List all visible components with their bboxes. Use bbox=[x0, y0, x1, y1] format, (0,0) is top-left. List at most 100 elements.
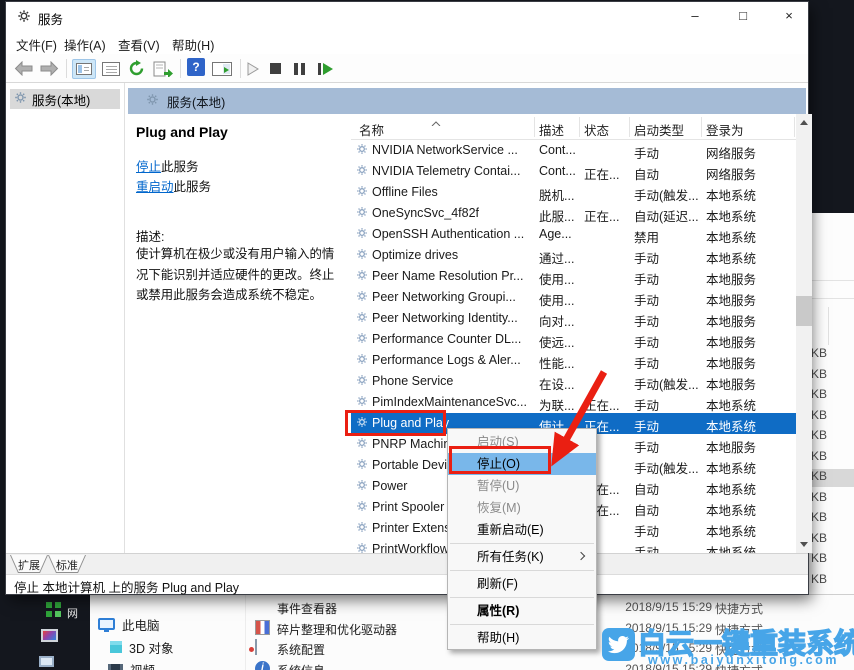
divider bbox=[828, 307, 829, 345]
menu-item-r[interactable]: 属性(R) bbox=[448, 600, 596, 622]
service-row[interactable]: OneSyncSvc_4f82f此服...正在...自动(延迟...本地系统 bbox=[351, 203, 796, 224]
service-cell: 网络服务 bbox=[706, 164, 794, 183]
service-cell: 本地服务 bbox=[706, 437, 794, 456]
menubar-item[interactable]: 帮助(H) bbox=[172, 35, 214, 54]
restart-service-icon[interactable] bbox=[318, 58, 333, 79]
tab-extended[interactable]: 扩展 bbox=[10, 555, 48, 573]
toolbar-separator bbox=[66, 59, 67, 78]
column-header-type[interactable]: 启动类型 bbox=[634, 120, 684, 139]
service-gear-icon bbox=[356, 227, 368, 242]
tree-item-services-local[interactable]: 服务(本地) bbox=[10, 89, 120, 109]
service-row[interactable]: Offline Files脱机...手动(触发...本地系统 bbox=[351, 182, 796, 203]
menu-item-f[interactable]: 刷新(F) bbox=[448, 573, 596, 595]
nav-item-computer[interactable]: 此电脑 bbox=[98, 615, 160, 633]
minimize-button[interactable]: – bbox=[678, 4, 712, 28]
column-divider[interactable] bbox=[701, 117, 702, 137]
service-row[interactable]: Peer Name Resolution Pr...使用...手动本地服务 bbox=[351, 266, 796, 287]
service-row[interactable]: Optimize drives通过...手动本地系统 bbox=[351, 245, 796, 266]
desktop-icon-label: 网 bbox=[67, 605, 78, 621]
column-divider[interactable] bbox=[794, 117, 795, 137]
stop-service-icon[interactable] bbox=[270, 58, 281, 79]
service-cell: Peer Networking Groupi... bbox=[372, 290, 530, 304]
scroll-down-icon[interactable] bbox=[800, 542, 808, 547]
stop-service-link[interactable]: 停止此服务 bbox=[136, 156, 199, 175]
service-gear-icon bbox=[356, 185, 368, 200]
event-viewer-icon bbox=[255, 599, 270, 614]
menubar-item[interactable]: 查看(V) bbox=[118, 35, 160, 54]
help-icon[interactable]: ? bbox=[187, 58, 205, 76]
maximize-button[interactable]: □ bbox=[726, 4, 760, 28]
sysinfo-icon: i bbox=[255, 661, 270, 670]
services-window: 服务 – □ × 文件(F) 操作(A) 查看(V) 帮助(H) bbox=[6, 2, 808, 594]
sort-ascending-icon bbox=[431, 115, 441, 129]
service-row[interactable]: Peer Networking Identity...向对...手动本地服务 bbox=[351, 308, 796, 329]
service-cell: 手动 bbox=[634, 332, 702, 351]
show-action-pane-icon[interactable] bbox=[212, 58, 232, 79]
toolbar: ? bbox=[6, 54, 808, 83]
service-cell: 手动 bbox=[634, 353, 702, 372]
vertical-scrollbar[interactable] bbox=[796, 114, 812, 553]
file-name: 碎片整理和优化驱动器 bbox=[277, 621, 397, 638]
submenu-arrow-icon bbox=[577, 552, 585, 560]
forward-icon[interactable] bbox=[40, 58, 59, 79]
pause-service-icon[interactable] bbox=[294, 58, 305, 79]
background-file-size-fragment: KB bbox=[806, 469, 854, 487]
service-cell: 自动 bbox=[634, 164, 702, 183]
service-row[interactable]: OpenSSH Authentication ...Age...禁用本地系统 bbox=[351, 224, 796, 245]
background-file-size-fragment: KB bbox=[806, 490, 854, 508]
menu-item-e[interactable]: 重新启动(E) bbox=[448, 519, 596, 541]
menubar-item[interactable]: 文件(F) bbox=[16, 35, 57, 54]
nav-item-label: 3D 对象 bbox=[129, 638, 173, 657]
background-file-size-fragment: KB bbox=[806, 449, 854, 467]
service-gear-icon bbox=[356, 437, 368, 452]
view-tabs-row: 扩展 标准 bbox=[6, 553, 808, 574]
service-cell: 本地系统 bbox=[706, 500, 794, 519]
service-cell: 手动 bbox=[634, 395, 702, 414]
service-cell: 本地系统 bbox=[706, 185, 794, 204]
nav-item-cube[interactable]: 3D 对象 bbox=[110, 638, 173, 656]
description-label: 描述: bbox=[136, 226, 164, 245]
scrollbar-thumb[interactable] bbox=[796, 296, 812, 326]
service-row[interactable]: NVIDIA Telemetry Contai...Cont...正在...自动… bbox=[351, 161, 796, 182]
properties-icon[interactable] bbox=[102, 58, 120, 79]
show-console-tree-icon[interactable] bbox=[72, 58, 96, 79]
start-service-icon[interactable] bbox=[247, 58, 259, 79]
column-header-name[interactable]: 名称 bbox=[359, 120, 384, 139]
console-tree-pane: 服务(本地) bbox=[6, 83, 125, 553]
menu-item-k[interactable]: 所有任务(K) bbox=[448, 546, 596, 568]
nav-item-video[interactable]: 视频 bbox=[108, 660, 155, 670]
menubar-item[interactable]: 操作(A) bbox=[64, 35, 106, 54]
column-divider[interactable] bbox=[534, 117, 535, 137]
export-list-icon[interactable] bbox=[153, 58, 173, 79]
list-header: 名称 描述 状态 启动类型 登录为 bbox=[351, 114, 796, 140]
service-gear-icon bbox=[356, 332, 368, 347]
service-cell: 本地服务 bbox=[706, 269, 794, 288]
restart-service-link[interactable]: 重启动此服务 bbox=[136, 176, 211, 195]
scroll-up-icon[interactable] bbox=[800, 120, 808, 125]
service-cell: 手动(触发... bbox=[634, 374, 702, 393]
menu-item-m[interactable]: 恢复(M) bbox=[448, 497, 596, 519]
service-row[interactable]: Performance Counter DL...使远...手动本地服务 bbox=[351, 329, 796, 350]
column-divider[interactable] bbox=[629, 117, 630, 137]
service-cell: Optimize drives bbox=[372, 248, 530, 262]
column-header-status[interactable]: 状态 bbox=[584, 120, 609, 139]
defrag-icon bbox=[255, 620, 270, 635]
menu-item-h[interactable]: 帮助(H) bbox=[448, 627, 596, 649]
service-gear-icon bbox=[356, 290, 368, 305]
tree-item-label: 服务(本地) bbox=[32, 90, 90, 109]
column-header-desc[interactable]: 描述 bbox=[539, 120, 564, 139]
service-row[interactable]: Peer Networking Groupi...使用...手动本地服务 bbox=[351, 287, 796, 308]
divider bbox=[245, 595, 246, 670]
back-icon[interactable] bbox=[14, 58, 33, 79]
close-button[interactable]: × bbox=[772, 4, 806, 28]
service-cell: 网络服务 bbox=[706, 143, 794, 162]
service-row[interactable]: NVIDIA NetworkService ...Cont...手动网络服务 bbox=[351, 140, 796, 161]
file-name: 事件查看器 bbox=[277, 600, 337, 617]
column-header-logon[interactable]: 登录为 bbox=[706, 120, 744, 139]
column-divider[interactable] bbox=[579, 117, 580, 137]
tab-standard[interactable]: 标准 bbox=[48, 555, 86, 573]
refresh-icon[interactable] bbox=[128, 58, 145, 79]
title-bar[interactable]: 服务 – □ × bbox=[6, 2, 808, 32]
service-cell: Performance Counter DL... bbox=[372, 332, 530, 346]
service-gear-icon bbox=[356, 458, 368, 473]
